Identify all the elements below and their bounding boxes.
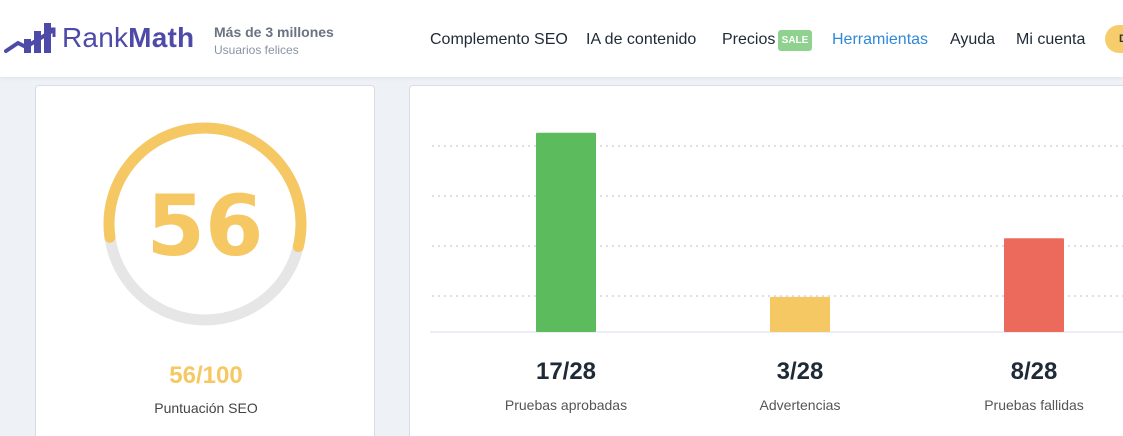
brand-name[interactable]: RankMath	[62, 22, 194, 54]
passed-value: 17/28	[535, 358, 597, 385]
sale-badge: SALE	[778, 30, 812, 51]
rankmath-logo-icon[interactable]	[4, 21, 60, 57]
nav-ia-de-contenido[interactable]: IA de contenido	[586, 31, 696, 49]
top-header: RankMath Más de 3 millones Usuarios feli…	[0, 0, 1123, 78]
nav-ayuda[interactable]: Ayuda	[950, 31, 995, 49]
nav-complemento-seo[interactable]: Complemento SEO	[430, 31, 568, 49]
seo-score-card: 56 56/100 Puntuación SEO	[35, 85, 375, 436]
test-results-chart-card: 17/28 Pruebas aprobadas 3/28 Advertencia…	[409, 85, 1123, 436]
warnings-label: Advertencias	[759, 397, 841, 413]
nav-precios[interactable]: Precios	[722, 31, 775, 49]
bar-passed	[536, 132, 596, 332]
account-button[interactable]: D	[1105, 25, 1123, 53]
nav-herramientas[interactable]: Herramientas	[832, 31, 928, 49]
failed-value: 8/28	[1010, 358, 1058, 385]
score-ratio: 56/100	[169, 362, 243, 389]
nav-mi-cuenta[interactable]: Mi cuenta	[1016, 31, 1085, 49]
passed-label: Pruebas aprobadas	[504, 397, 628, 413]
failed-label: Pruebas fallidas	[984, 397, 1084, 413]
tagline-sub: Usuarios felices	[214, 43, 299, 57]
test-results-bar-chart	[430, 132, 1123, 333]
bar-failed	[1004, 238, 1064, 332]
score-gauge: 56	[103, 122, 307, 326]
warnings-value: 3/28	[776, 358, 824, 385]
tagline-main: Más de 3 millones	[214, 24, 334, 40]
score-number: 56	[147, 177, 264, 275]
score-label: Puntuación SEO	[154, 400, 258, 416]
bar-warnings	[770, 296, 830, 332]
